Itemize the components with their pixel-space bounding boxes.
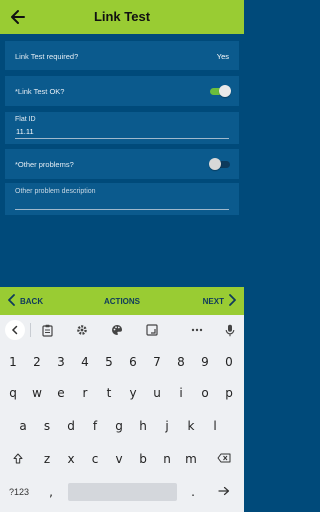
key-i[interactable]: i — [171, 381, 191, 405]
other-problem-description-field[interactable]: Other problem description — [5, 183, 239, 215]
next-button-label: NEXT — [202, 297, 224, 306]
key-z[interactable]: z — [37, 447, 57, 471]
key-m[interactable]: m — [181, 447, 201, 471]
key-6[interactable]: 6 — [123, 350, 143, 374]
key-4[interactable]: 4 — [75, 350, 95, 374]
key-9[interactable]: 9 — [195, 350, 215, 374]
key-f[interactable]: f — [85, 414, 105, 438]
key-s[interactable]: s — [37, 414, 57, 438]
comma-key[interactable]: , — [41, 481, 61, 503]
key-q[interactable]: q — [3, 381, 23, 405]
key-c[interactable]: c — [85, 447, 105, 471]
other-problems-toggle[interactable] — [209, 158, 230, 171]
key-5[interactable]: 5 — [99, 350, 119, 374]
backspace-key[interactable] — [210, 447, 238, 471]
key-7[interactable]: 7 — [147, 350, 167, 374]
shift-icon — [13, 453, 23, 466]
link-test-required-row: Link Test required? Yes — [5, 41, 239, 70]
key-l[interactable]: l — [205, 414, 225, 438]
other-problem-description-placeholder[interactable]: Other problem description — [15, 188, 96, 195]
flat-id-field[interactable]: Flat ID 11.11 — [5, 112, 239, 144]
app-header: Link Test — [0, 0, 244, 34]
settings-icon[interactable] — [72, 320, 92, 340]
link-test-ok-label: *Link Test OK? — [15, 87, 65, 96]
backspace-icon — [217, 453, 231, 465]
key-y[interactable]: y — [123, 381, 143, 405]
shift-key[interactable] — [5, 447, 31, 471]
key-1[interactable]: 1 — [3, 350, 23, 374]
link-test-required-label: Link Test required? — [15, 52, 79, 61]
page-title: Link Test — [93, 9, 151, 24]
key-e[interactable]: e — [51, 381, 71, 405]
bottom-action-bar: BACK ACTIONS NEXT — [0, 287, 244, 315]
key-2[interactable]: 2 — [27, 350, 47, 374]
key-r[interactable]: r — [75, 381, 95, 405]
link-test-required-value: Yes — [216, 52, 229, 61]
key-n[interactable]: n — [157, 447, 177, 471]
other-problems-row: *Other problems? — [5, 149, 239, 179]
key-p[interactable]: p — [219, 381, 239, 405]
other-problems-label: *Other problems? — [15, 160, 74, 169]
key-o[interactable]: o — [195, 381, 215, 405]
key-v[interactable]: v — [109, 447, 129, 471]
keyboard-toolbar — [0, 315, 244, 345]
toggle-knob — [219, 85, 231, 97]
symbols-key[interactable]: ?123 — [3, 481, 35, 503]
key-x[interactable]: x — [61, 447, 81, 471]
palette-icon[interactable] — [107, 320, 127, 340]
link-test-ok-row: *Link Test OK? — [5, 76, 239, 106]
key-8[interactable]: 8 — [171, 350, 191, 374]
next-button[interactable]: NEXT — [202, 293, 236, 311]
key-3[interactable]: 3 — [51, 350, 71, 374]
key-w[interactable]: w — [27, 381, 47, 405]
spacebar[interactable] — [68, 483, 177, 501]
key-h[interactable]: h — [133, 414, 153, 438]
microphone-icon[interactable] — [220, 320, 240, 340]
on-screen-keyboard: 1 2 3 4 5 6 7 8 9 0 q w e r t y u i o p … — [0, 315, 244, 512]
key-a[interactable]: a — [13, 414, 33, 438]
resize-icon[interactable] — [142, 320, 162, 340]
other-problem-description-underline — [15, 209, 229, 210]
flat-id-value[interactable]: 11.11 — [16, 127, 34, 136]
key-b[interactable]: b — [133, 447, 153, 471]
key-g[interactable]: g — [109, 414, 129, 438]
chevron-right-icon — [229, 293, 236, 311]
key-0[interactable]: 0 — [219, 350, 239, 374]
key-t[interactable]: t — [99, 381, 119, 405]
key-d[interactable]: d — [61, 414, 81, 438]
form-content: Link Test required? Yes *Link Test OK? F… — [0, 34, 244, 287]
flat-id-label: Flat ID — [15, 116, 36, 123]
key-u[interactable]: u — [147, 381, 167, 405]
key-k[interactable]: k — [181, 414, 201, 438]
flat-id-underline — [15, 138, 229, 139]
link-test-ok-toggle[interactable] — [210, 85, 231, 98]
more-icon[interactable] — [187, 320, 207, 340]
clipboard-icon[interactable] — [37, 320, 57, 340]
key-j[interactable]: j — [157, 414, 177, 438]
toolbar-divider — [30, 323, 31, 337]
enter-key[interactable] — [210, 481, 238, 503]
toggle-knob — [209, 158, 221, 170]
next-field-arrow-icon — [218, 486, 230, 498]
collapse-icon[interactable] — [5, 320, 25, 340]
period-key[interactable]: . — [183, 481, 203, 503]
